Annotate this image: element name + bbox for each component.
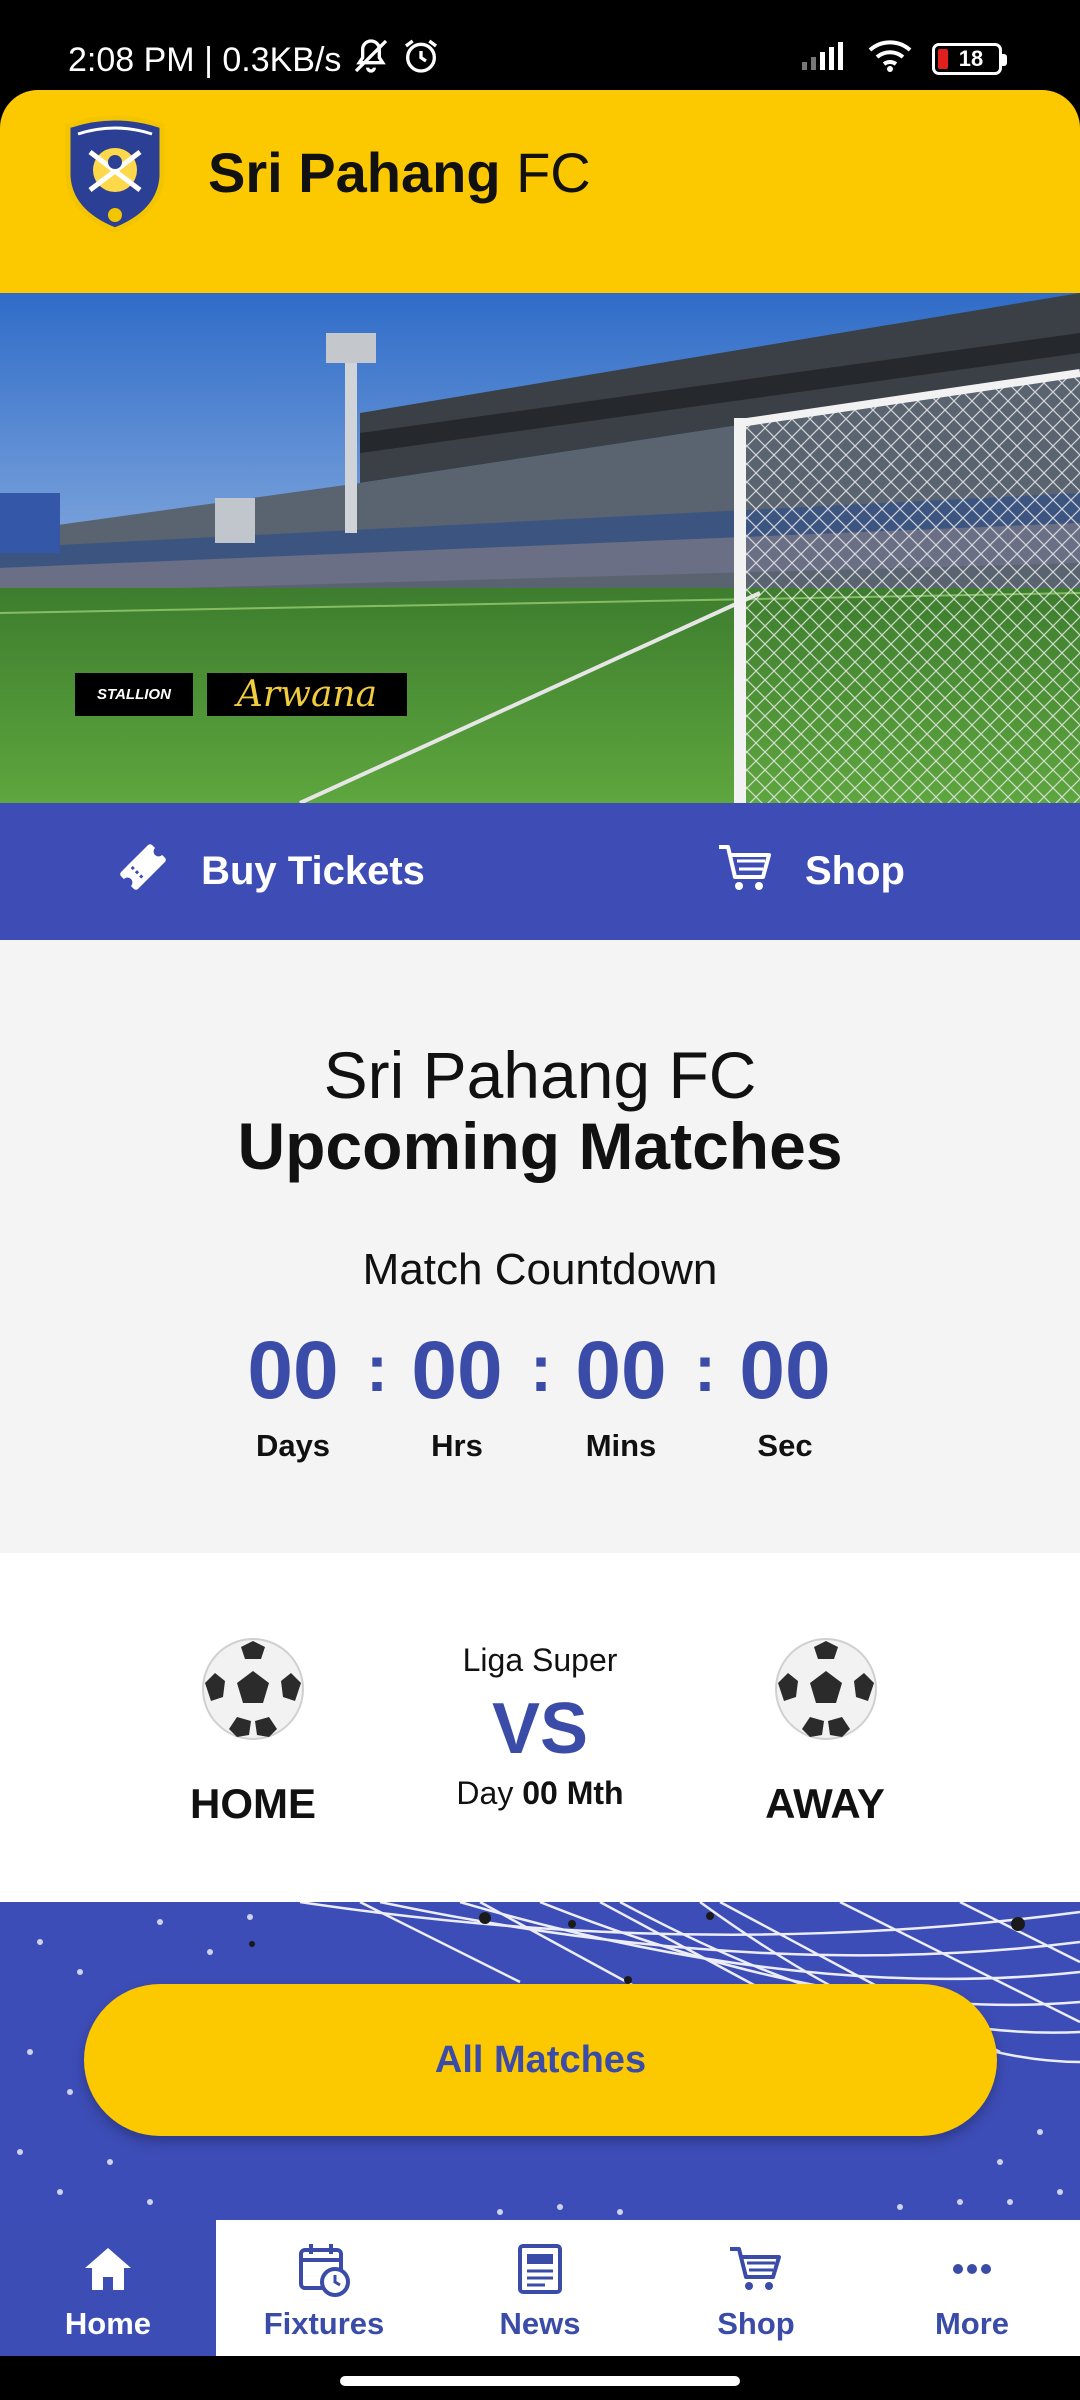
away-team-label: AWAY — [765, 1780, 885, 1827]
sponsor-arwana: Arwana — [207, 673, 407, 716]
app-title: Sri Pahang FC — [208, 140, 591, 205]
countdown-seconds: 00 Sec — [725, 1330, 845, 1464]
countdown-separator: : — [366, 1331, 388, 1405]
cart-icon — [715, 839, 775, 905]
nav-item-shop[interactable]: Shop — [648, 2220, 864, 2356]
alarm-icon — [401, 36, 441, 85]
club-crest-logo[interactable] — [60, 112, 170, 234]
match-date-prefix: Day — [456, 1775, 514, 1811]
home-gesture-bar[interactable] — [340, 2376, 740, 2386]
calendar-clock-icon — [299, 2244, 350, 2297]
mute-icon — [351, 36, 391, 85]
battery-icon: 18 — [932, 42, 1007, 75]
match-date: Day 00 Mth — [340, 1775, 740, 1812]
home-icon — [85, 2248, 131, 2290]
vs-label: VS — [491, 1689, 589, 1769]
battery-level: 18 — [958, 45, 984, 71]
countdown-minutes: 00 Mins — [561, 1330, 681, 1464]
countdown-separator: : — [694, 1331, 716, 1405]
countdown-days-label: Days — [255, 1428, 331, 1463]
app-title-regular: FC — [516, 141, 591, 204]
stadium-hero-image: STALLION Arwana — [0, 293, 1080, 803]
status-time: 2:08 PM | 0.3KB/s — [68, 41, 342, 79]
buy-tickets-label: Buy Tickets — [201, 849, 425, 893]
app-title-bold: Sri Pahang — [208, 141, 501, 204]
countdown-days: 00 Days — [233, 1330, 353, 1464]
nav-item-fixtures[interactable]: Fixtures — [216, 2220, 432, 2356]
buy-tickets-button[interactable]: Buy Tickets — [0, 803, 540, 940]
countdown-separator: : — [530, 1331, 552, 1405]
countdown-club-name: Sri Pahang FC — [323, 1038, 757, 1112]
countdown-hours-label: Hrs — [431, 1428, 483, 1463]
wifi-icon — [866, 38, 914, 79]
nav-item-more[interactable]: More — [864, 2220, 1080, 2356]
nav-shop-label: Shop — [717, 2306, 795, 2341]
nav-news-label: News — [499, 2306, 581, 2341]
next-match-card[interactable]: HOME Liga Super VS Day 00 Mth AWAY — [0, 1553, 1080, 1902]
shop-button[interactable]: Shop — [540, 803, 1080, 940]
status-left: 2:08 PM | 0.3KB/s — [68, 36, 441, 85]
countdown-seconds-label: Sec — [757, 1428, 813, 1463]
status-bar: 2:08 PM | 0.3KB/s 18 — [0, 0, 1080, 90]
nav-item-news[interactable]: News — [432, 2220, 648, 2356]
away-team-ball-icon — [775, 1638, 877, 1740]
countdown-hours-value: 00 — [411, 1325, 503, 1416]
newspaper-icon — [518, 2244, 562, 2294]
signal-icon — [800, 40, 848, 77]
ticket-icon — [115, 839, 171, 905]
all-matches-button[interactable]: All Matches — [84, 1984, 997, 2136]
countdown-timer: 00 Days : 00 Hrs : 00 Mins : 00 Sec — [0, 1330, 1080, 1490]
countdown-section: Sri Pahang FC Upcoming Matches Match Cou… — [0, 940, 1080, 1553]
nav-home-label: Home — [64, 2306, 152, 2341]
bottom-navigation: Home Fixtures News Shop More — [0, 2220, 1080, 2356]
countdown-hours: 00 Hrs — [397, 1330, 517, 1464]
upcoming-matches-heading: Upcoming Matches — [237, 1109, 843, 1183]
nav-fixtures-label: Fixtures — [263, 2306, 385, 2341]
countdown-minutes-label: Mins — [585, 1428, 657, 1463]
more-icon — [953, 2264, 991, 2274]
match-date-value: 00 Mth — [522, 1775, 624, 1811]
action-bar: Buy Tickets Shop — [0, 803, 1080, 940]
shop-label: Shop — [805, 849, 905, 893]
home-team-ball-icon — [202, 1638, 304, 1740]
all-matches-section: All Matches — [0, 1902, 1080, 2220]
status-right: 18 — [800, 38, 1007, 79]
match-countdown-label: Match Countdown — [362, 1245, 718, 1294]
sponsor-stallion: STALLION — [75, 673, 193, 716]
countdown-days-value: 00 — [247, 1325, 339, 1416]
cart-icon — [730, 2247, 781, 2290]
system-gesture-area — [0, 2356, 1080, 2400]
countdown-seconds-value: 00 — [739, 1325, 831, 1416]
app-header: Sri Pahang FC — [0, 90, 1080, 293]
countdown-minutes-value: 00 — [575, 1325, 667, 1416]
league-name: Liga Super — [462, 1642, 618, 1678]
nav-more-label: More — [934, 2306, 1010, 2341]
nav-item-home[interactable]: Home — [0, 2220, 216, 2356]
